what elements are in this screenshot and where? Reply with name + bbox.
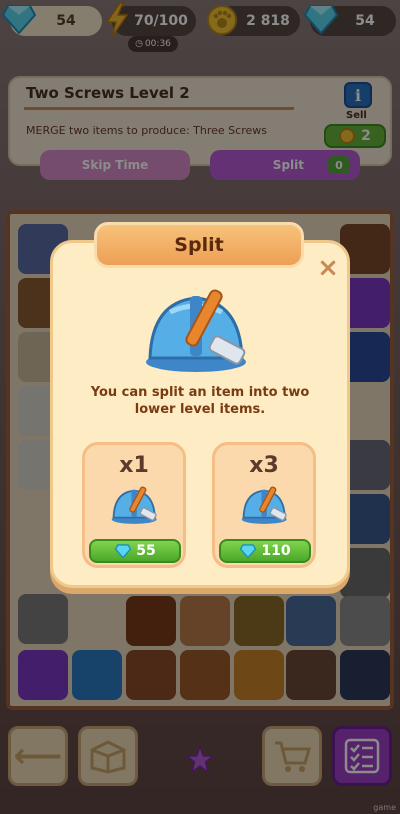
- option-multiplier: x3: [249, 453, 279, 478]
- split-option-x1[interactable]: x1 55: [82, 442, 186, 568]
- price-button[interactable]: 55: [89, 539, 181, 563]
- split-dialog-title: Split: [94, 222, 304, 268]
- price-value: 55: [136, 543, 156, 559]
- gem-icon: [240, 544, 257, 558]
- price-button[interactable]: 110: [219, 539, 311, 563]
- split-description: You can split an item into two lower lev…: [90, 385, 310, 417]
- price-value: 110: [261, 543, 291, 559]
- hard-hat-hammer-icon: [241, 486, 287, 524]
- split-option-x3[interactable]: x3 110: [212, 442, 316, 568]
- hard-hat-hammer-icon: [146, 289, 246, 372]
- close-icon: ×: [317, 253, 339, 283]
- dialog-title-text: Split: [174, 234, 224, 256]
- hard-hat-hammer-icon: [111, 486, 157, 524]
- gem-icon: [114, 544, 132, 558]
- close-button[interactable]: ×: [314, 253, 342, 283]
- option-multiplier: x1: [119, 453, 149, 478]
